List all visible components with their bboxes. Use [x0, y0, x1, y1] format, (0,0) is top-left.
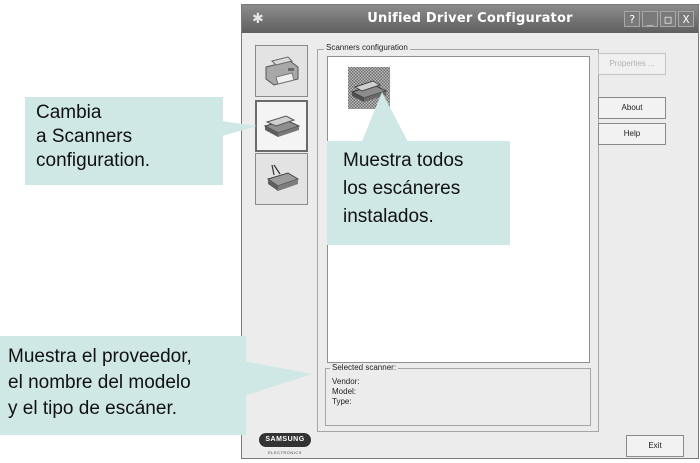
model-label: Model: — [332, 387, 357, 396]
maximize-button[interactable]: □ — [660, 11, 676, 27]
selected-scanner-legend: Selected scanner: — [330, 363, 399, 372]
help-button[interactable]: Help — [598, 123, 666, 145]
logo-brand: SAMSUNG — [259, 433, 311, 447]
vendor-label: Vendor: — [332, 377, 360, 386]
callout-arrow-selected — [238, 360, 312, 398]
port-icon — [266, 164, 299, 191]
title-bar[interactable]: ✱ Unified Driver Configurator ? _ □ X — [242, 5, 698, 33]
samsung-logo: SAMSUNG ELECTRONICS — [259, 433, 311, 459]
minimize-button[interactable]: _ — [642, 11, 658, 27]
printer-icon — [265, 56, 298, 86]
about-button[interactable]: About — [598, 97, 666, 119]
close-button[interactable]: X — [678, 11, 694, 27]
nav-printers-button[interactable] — [255, 45, 308, 97]
type-label: Type: — [332, 397, 352, 406]
exit-button[interactable]: Exit — [626, 435, 684, 457]
callout-installed-scanners: Muestra todos los escáneres instalados. — [327, 141, 510, 245]
nav-ports-button[interactable] — [255, 153, 308, 205]
scanner-icon — [263, 115, 300, 137]
properties-button[interactable]: Properties ... — [598, 53, 666, 75]
selected-scanner-box: Selected scanner: Vendor: Model: Type: — [325, 363, 591, 426]
callout-list-text: Muestra todos los escáneres instalados. — [343, 150, 464, 227]
group-legend: Scanners configuration — [324, 43, 410, 52]
callout-selected-text: Muestra el proveedor, el nombre del mode… — [8, 346, 192, 419]
window-controls: ? _ □ X — [624, 11, 694, 27]
logo-subtitle: ELECTRONICS — [268, 450, 302, 455]
help-window-button[interactable]: ? — [624, 11, 640, 27]
nav-scanners-button[interactable] — [255, 100, 308, 152]
callout-switch-scanners: Cambia a Scanners configuration. — [25, 97, 223, 185]
callout-arrow-list — [361, 92, 409, 144]
callout-switch-text: Cambia a Scanners configuration. — [36, 102, 151, 171]
callout-selected-scanner: Muestra el proveedor, el nombre del mode… — [0, 336, 246, 435]
